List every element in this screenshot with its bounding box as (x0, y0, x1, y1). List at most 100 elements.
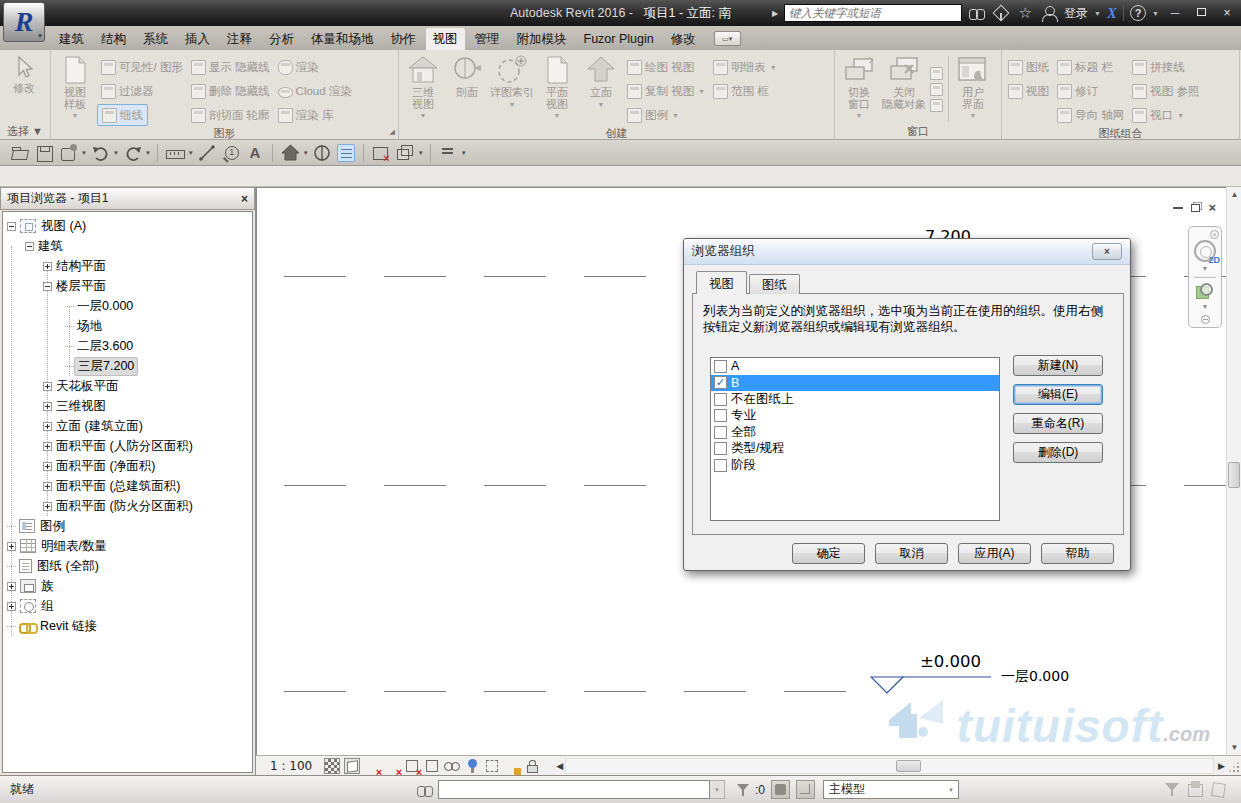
thin-lines-icon[interactable] (337, 144, 355, 162)
favorites-icon[interactable]: ☆ (1016, 4, 1034, 22)
tree-item[interactable]: 面积平面 (防火分区面积) (3, 496, 252, 516)
dialog-button-编辑(E)[interactable]: 编辑(E) (1013, 384, 1103, 405)
organization-item-不在图纸上[interactable]: 不在图纸上 (711, 391, 999, 408)
level-1-name[interactable]: 一层0.000 (1001, 668, 1069, 686)
navbar-wheel-caret-icon[interactable]: ▼ (1202, 265, 1209, 272)
collapse-icon[interactable] (7, 222, 16, 231)
measure-icon-caret[interactable]: ▼ (188, 150, 194, 156)
tree-item[interactable]: 三维视图 (3, 396, 252, 416)
panel-label-选择[interactable]: 选择 ▼ (0, 125, 50, 139)
expand-icon[interactable] (7, 602, 16, 611)
tree-item[interactable]: 面积平面 (总建筑面积) (3, 476, 252, 496)
ribbon-button-图例[interactable]: 图例▼ (623, 103, 709, 127)
tree-item[interactable]: 图例 (3, 516, 252, 536)
project-browser-close-icon[interactable]: × (241, 192, 248, 206)
undo-icon[interactable] (91, 144, 109, 162)
sign-in-icon[interactable] (1040, 4, 1058, 22)
checkbox-icon[interactable] (714, 409, 727, 422)
dialog-button-新建(N)[interactable]: 新建(N) (1013, 355, 1103, 376)
sign-in-label[interactable]: 登录 (1064, 5, 1088, 22)
ribbon-button-视图样板[interactable]: 视图样板▼ (53, 53, 97, 127)
organization-item-A[interactable]: A (711, 358, 999, 375)
ribbon-button-三维视图[interactable]: 三维视图▼ (401, 53, 445, 127)
expand-icon[interactable] (43, 462, 52, 471)
tree-item[interactable]: 族 (3, 576, 252, 596)
ribbon-button-修订[interactable]: 修订 (1053, 79, 1128, 103)
mdi-restore-icon[interactable] (1191, 204, 1200, 212)
ribbon-button-删除隐藏线[interactable]: 删除 隐藏线 (187, 79, 274, 103)
navbar-close-icon[interactable]: × (1210, 230, 1219, 239)
level-1-elevation[interactable]: ±0.000 (920, 652, 981, 671)
panel-label-图形[interactable]: 图形◢ (51, 127, 398, 140)
ribbon-button-详图索引[interactable]: 详图索引▼ (489, 53, 535, 127)
ribbon-button-视图[interactable]: 视图 (1004, 79, 1053, 103)
ribbon-button-视图参照[interactable]: 视图 参照 (1128, 79, 1203, 103)
selection-filter-icon[interactable] (1164, 781, 1181, 798)
mdi-minimize-icon[interactable] (1173, 206, 1183, 209)
shadows-icon[interactable] (384, 758, 400, 774)
dialog-close-button[interactable]: × (1092, 243, 1122, 260)
organization-item-阶段[interactable]: 阶段 (711, 457, 999, 474)
section-icon[interactable] (313, 144, 331, 162)
tag-icon[interactable] (222, 144, 240, 162)
editable-only-icon[interactable] (1187, 781, 1204, 798)
tile-windows-icon[interactable] (930, 99, 943, 112)
steering-wheel-2d-icon[interactable] (1194, 240, 1216, 262)
expand-icon[interactable] (43, 502, 52, 511)
dialog-launcher-icon[interactable]: ◢ (390, 125, 395, 138)
scroll-right-icon[interactable]: ▶ (1218, 761, 1225, 771)
section-box-icon[interactable] (484, 758, 500, 774)
ribbon-tab-系统[interactable]: 系统 (136, 28, 175, 50)
transfer-icon-caret[interactable]: ▼ (81, 150, 87, 156)
switch-windows-icon-caret[interactable]: ▼ (418, 150, 424, 156)
tree-item-selected[interactable]: 三层7.200 (3, 356, 252, 376)
expand-icon[interactable] (43, 402, 52, 411)
tree-item[interactable]: 视图 (A) (3, 216, 252, 236)
visual-style-icon[interactable] (344, 758, 360, 774)
ribbon-tab-分析[interactable]: 分析 (262, 28, 301, 50)
organization-item-B[interactable]: ✓B (711, 375, 999, 392)
reveal-hidden-icon[interactable] (444, 758, 460, 774)
expand-icon[interactable] (43, 382, 52, 391)
lock-view-icon[interactable] (524, 758, 540, 774)
ribbon-button-绘图视图[interactable]: 绘图 视图 (623, 55, 709, 79)
filter-icon[interactable] (735, 781, 753, 799)
tree-item[interactable]: 组 (3, 596, 252, 616)
tree-item[interactable]: 天花板平面 (3, 376, 252, 396)
tree-item[interactable]: 场地 (3, 316, 252, 336)
ribbon-tab-结构[interactable]: 结构 (94, 28, 133, 50)
open-icon[interactable] (11, 144, 29, 162)
tree-item[interactable]: 立面 (建筑立面) (3, 416, 252, 436)
dialog-button-重命名(R)[interactable]: 重命名(R) (1013, 413, 1103, 434)
level-line-1[interactable] (284, 691, 869, 692)
transfer-icon[interactable] (59, 144, 77, 162)
tree-item[interactable]: 结构平面 (3, 256, 252, 276)
ribbon-tab-Fuzor Plugin[interactable]: Fuzor Plugin (577, 28, 661, 50)
ribbon-button-用户界面[interactable]: 用户界面▼ (951, 53, 995, 125)
default-3d-view-icon[interactable] (281, 144, 299, 162)
zoom-region-icon[interactable] (1195, 282, 1215, 300)
redo-icon-caret[interactable]: ▼ (145, 150, 151, 156)
scroll-up-icon[interactable]: ▲ (1227, 187, 1241, 202)
ribbon-button-拼接线[interactable]: 拼接线 (1128, 55, 1203, 79)
show-crop-icon[interactable] (424, 758, 440, 774)
scroll-down-icon[interactable]: ▼ (1227, 740, 1241, 755)
navbar-zoom-caret-icon[interactable]: ▼ (1202, 303, 1209, 310)
ribbon-button-渲染库[interactable]: 渲染 库 (274, 103, 356, 127)
organization-item-类型/规程[interactable]: 类型/规程 (711, 441, 999, 458)
scale-button[interactable]: 1 : 100 (270, 759, 312, 773)
dialog-button-删除(D)[interactable]: 删除(D) (1013, 442, 1103, 463)
ribbon-button-复制视图[interactable]: 复制 视图▼ (623, 79, 709, 103)
ribbon-button-细线[interactable]: 细线 (97, 104, 148, 126)
application-menu-button[interactable]: R▼ (3, 2, 45, 42)
ribbon-button-切换窗口[interactable]: 切换窗口▼ (837, 53, 881, 125)
collapse-icon[interactable] (25, 242, 34, 251)
ribbon-tab-管理[interactable]: 管理 (468, 28, 507, 50)
ribbon-button-显示隐藏线[interactable]: 显示 隐藏线 (187, 55, 274, 79)
ribbon-button-可见性图形[interactable]: 可见性/ 图形 (97, 55, 187, 79)
tree-item[interactable]: 一层0.000 (3, 296, 252, 316)
search-collapse-icon[interactable]: ▶ (772, 9, 778, 18)
ribbon-button-渲染[interactable]: 渲染 (274, 55, 356, 79)
select-underlay-icon[interactable] (1210, 781, 1227, 798)
expand-icon[interactable] (7, 542, 16, 551)
